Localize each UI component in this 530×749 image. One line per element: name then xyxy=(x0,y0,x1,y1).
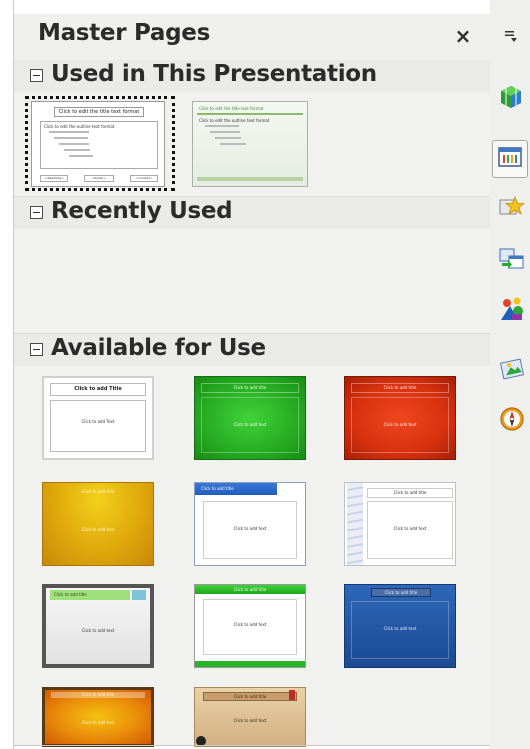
master-thumb-gray-frame[interactable]: Click to add title Click to add text xyxy=(42,584,154,668)
slide-transition-icon[interactable] xyxy=(496,243,526,273)
master-thumb-orange[interactable]: Click to add title Click to add text xyxy=(42,687,154,747)
master-thumb-light-wave[interactable]: Click to add title Click to add text xyxy=(344,482,456,566)
thumb-title-accent xyxy=(132,590,146,600)
thumb-body-text: Click to add text xyxy=(233,622,267,627)
available-area: Click to add Title Click to add Text Cli… xyxy=(14,366,490,747)
gallery-icon[interactable] xyxy=(496,293,526,323)
thumb-body-text: Click to add text xyxy=(81,720,115,725)
thumb-outline-line xyxy=(210,131,240,133)
section-used-title: Used in This Presentation xyxy=(51,61,377,87)
thumb-body-placeholder: Click to add text xyxy=(201,397,299,453)
thumb-footer-bar xyxy=(197,177,303,181)
master-thumb-beige[interactable]: Click to add title Click to add text xyxy=(194,687,306,747)
thumb-body-placeholder: Click to add text xyxy=(351,397,449,453)
thumb-body-placeholder: Click to add text xyxy=(351,601,449,659)
master-slides-icon[interactable] xyxy=(492,140,528,178)
thumb-body-text: Click to add text xyxy=(233,422,267,427)
collapse-icon[interactable] xyxy=(30,343,43,356)
thumb-title-placeholder: Click to add title xyxy=(367,488,453,498)
master-thumb-plain[interactable]: Click to add Title Click to add Text xyxy=(42,376,154,460)
master-thumb-yellow[interactable]: Click to add title Click to add text xyxy=(42,482,154,566)
used-master-thumb-green[interactable]: Click to edit the title text format Clic… xyxy=(192,101,308,187)
thumb-header-rule xyxy=(197,113,303,115)
thumb-outline-line xyxy=(215,137,241,139)
thumb-body-placeholder: Click to add text xyxy=(367,501,453,559)
navigator-icon[interactable] xyxy=(496,403,526,433)
collapse-icon[interactable] xyxy=(30,206,43,219)
thumb-body-text: Click to add text xyxy=(393,526,427,531)
bookmark-icon xyxy=(289,690,295,700)
thumb-title-placeholder: Click to add title xyxy=(371,588,431,597)
thumb-title-text: Click to add title xyxy=(81,489,115,494)
animation-icon[interactable] xyxy=(496,192,526,222)
thumb-body-text: Click to add text xyxy=(233,526,267,531)
section-available-header[interactable]: Available for Use xyxy=(14,334,490,366)
master-thumb-green-bar[interactable]: Click to add title Click to add text xyxy=(194,584,306,668)
thumb-title-text: Click to add title xyxy=(201,486,234,491)
selection-frame xyxy=(25,96,175,191)
thumb-body-text: Click to add text xyxy=(81,527,115,532)
panel-frame-bottom xyxy=(13,745,490,746)
master-thumb-green[interactable]: Click to add title Click to add text xyxy=(194,376,306,460)
recent-area xyxy=(14,229,490,333)
thumb-body-placeholder: Click to add text xyxy=(203,599,297,655)
thumb-title-text: Click to add title xyxy=(54,592,87,597)
thumb-wave-strip xyxy=(347,483,363,565)
master-pages-panel: Master Pages × Used in This Presentation… xyxy=(14,14,490,747)
section-recent-header[interactable]: Recently Used xyxy=(14,197,490,229)
thumb-title-placeholder: Click to add title xyxy=(351,383,449,393)
collapse-icon[interactable] xyxy=(30,69,43,82)
thumb-title-text: Click to edit the title text format xyxy=(199,106,264,111)
thumb-outline-line xyxy=(220,143,246,145)
section-recent-title: Recently Used xyxy=(51,198,233,224)
thumb-body-text: Click to add Text xyxy=(81,419,115,424)
thumb-title-text: Click to add title xyxy=(81,692,115,697)
sidebar-menu-icon[interactable] xyxy=(502,28,520,46)
thumb-outline-line xyxy=(205,125,239,127)
styles-icon[interactable] xyxy=(496,353,526,383)
thumb-title-text: Click to add title xyxy=(233,587,267,592)
close-button[interactable]: × xyxy=(452,24,474,48)
section-used-header[interactable]: Used in This Presentation xyxy=(14,60,490,92)
thumb-body-placeholder: Click to add Text xyxy=(50,400,146,452)
thumb-title-placeholder: Click to add title xyxy=(203,692,297,701)
panel-header: Master Pages × xyxy=(14,14,490,56)
thumb-footer-bar xyxy=(195,661,305,667)
thumb-body-text: Click to add text xyxy=(383,422,417,427)
thumb-title-placeholder: Click to add Title xyxy=(50,383,146,396)
thumb-title-placeholder: Click to add title xyxy=(201,383,299,393)
thumb-body-text: Click to add text xyxy=(383,626,417,631)
thumb-body-placeholder: Click to add text xyxy=(203,501,297,559)
master-thumb-blue-tab[interactable]: Click to add title Click to add text xyxy=(194,482,306,566)
properties-icon[interactable] xyxy=(496,82,526,112)
thumb-body-text: Click to add text xyxy=(233,718,267,723)
sidebar-tab-bar xyxy=(490,0,530,749)
thumb-body-text: Click to edit the outline text format xyxy=(199,118,270,123)
master-thumb-red[interactable]: Click to add title Click to add text xyxy=(344,376,456,460)
master-thumb-blue[interactable]: Click to add title Click to add text xyxy=(344,584,456,668)
panel-title: Master Pages xyxy=(38,20,210,46)
thumb-body-text: Click to add text xyxy=(81,628,115,633)
section-available-title: Available for Use xyxy=(51,335,266,361)
